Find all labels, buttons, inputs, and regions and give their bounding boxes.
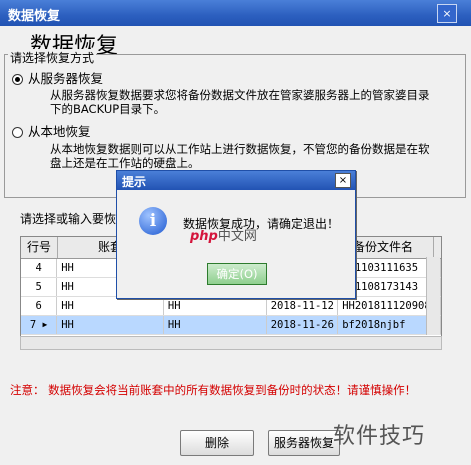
dialog-title: 提示 (122, 175, 147, 189)
watermark-text: 软件技巧 (333, 424, 426, 449)
table-row-selected[interactable]: 7 ▶ HH HH 2018-11-26 bf2018njbf (21, 316, 441, 335)
cell: 2018-11-12 (267, 297, 339, 315)
window-title: 数据恢复 (8, 9, 61, 24)
cell: HH (57, 297, 164, 315)
warning-notice: 注意： 数据恢复会将当前账套中的所有数据恢复到备份时的状态！请谨慎操作！ (10, 383, 417, 397)
cell: 5 (21, 278, 58, 296)
horizontal-scrollbar[interactable] (20, 336, 442, 350)
desc-line: 盘上还是在工作站的硬盘上。 (50, 156, 200, 170)
row-pointer-icon: ▶ (42, 320, 48, 329)
desc-line: 下的BACKUP目录下。 (50, 102, 166, 116)
ok-button[interactable]: 确定(O) (207, 263, 267, 285)
server-restore-button[interactable]: 服务器恢复 (268, 430, 340, 456)
col-header[interactable]: 行号 (21, 237, 58, 258)
cell: HH (164, 316, 267, 334)
cell: 4 (21, 259, 58, 277)
cell: 7 ▶ (21, 316, 58, 334)
cell: 6 (21, 297, 58, 315)
table-row[interactable]: 6 HH HH 2018-11-12 HH201811120908151 (21, 297, 441, 316)
option-desc: 从服务器恢复数据要求您将备份数据文件放在管家婆服务器上的管家婆目录 下的BACK… (50, 88, 430, 116)
php-watermark: php中文网 (190, 225, 257, 244)
php-text: 中文网 (217, 229, 257, 244)
desc-line: 从本地恢复数据则可以从工作站上进行数据恢复，不管您的备份数据是在软 (50, 142, 430, 156)
radio-local-restore[interactable]: 从本地恢复 (12, 121, 91, 140)
cell: HH (164, 297, 267, 315)
radio-icon (12, 74, 23, 85)
radio-icon (12, 127, 23, 138)
cell: 2018-11-26 (267, 316, 339, 334)
row-number: 7 (29, 319, 37, 331)
group-label: 请选择恢复方式 (8, 49, 97, 66)
cell: HH (57, 316, 164, 334)
php-brand: php (190, 229, 218, 244)
window-titlebar: 数据恢复 × (0, 0, 471, 26)
option-desc: 从本地恢复数据则可以从工作站上进行数据恢复，不管您的备份数据是在软 盘上还是在工… (50, 142, 430, 170)
select-prompt: 请选择或输入要恢 (20, 212, 117, 226)
close-icon[interactable]: × (437, 4, 457, 23)
dialog-close-icon[interactable]: × (335, 173, 351, 188)
info-icon: i (139, 207, 167, 235)
radio-server-restore[interactable]: 从服务器恢复 (12, 68, 103, 87)
desc-line: 从服务器恢复数据要求您将备份数据文件放在管家婆服务器上的管家婆目录 (50, 88, 430, 102)
option-label: 从服务器恢复 (28, 71, 104, 86)
dialog-titlebar: 提示 × (117, 171, 355, 190)
delete-button[interactable]: 删除 (180, 430, 254, 456)
option-label: 从本地恢复 (28, 124, 91, 139)
vertical-scrollbar[interactable] (426, 257, 440, 335)
